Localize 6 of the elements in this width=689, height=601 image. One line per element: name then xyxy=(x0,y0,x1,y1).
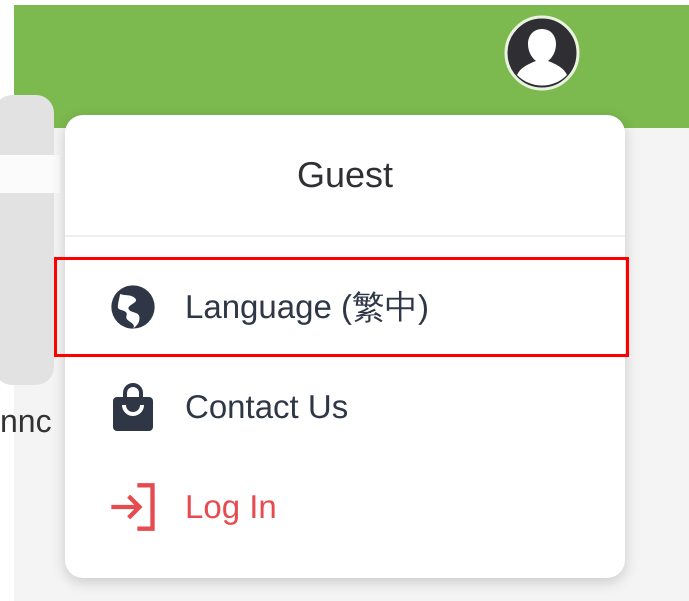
menu-title: Guest xyxy=(296,154,394,196)
menu-item[interactable]: Language (繁中) xyxy=(65,257,625,357)
menu-item[interactable]: Log In xyxy=(65,457,625,557)
partial-text: nnc xyxy=(0,405,52,437)
avatar-icon[interactable] xyxy=(504,15,580,91)
menu-item[interactable]: Contact Us xyxy=(65,357,625,457)
